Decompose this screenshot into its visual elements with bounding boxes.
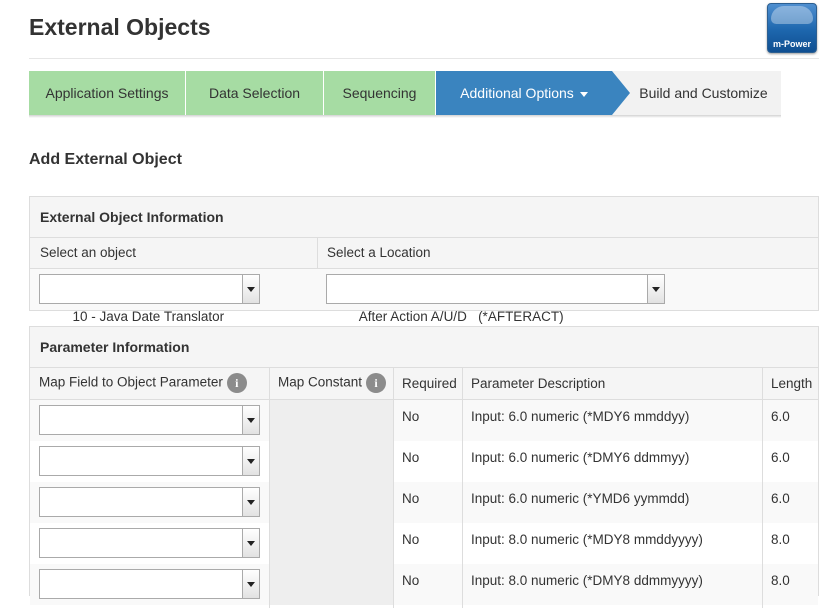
required-value: No xyxy=(402,573,420,588)
col-map-field-label: Map Field to Object Parameter xyxy=(39,374,223,390)
col-description: Parameter Description xyxy=(471,376,606,391)
description-value: Input: 6.0 numeric (*MDY6 mmddyy) xyxy=(471,409,690,424)
length-value: 6.0 xyxy=(771,491,790,506)
dropdown-arrow-icon[interactable] xyxy=(242,570,259,598)
length-value: 6.0 xyxy=(771,450,790,465)
map-constant-cell xyxy=(270,400,393,441)
step-additional-options[interactable]: Additional Options xyxy=(436,71,612,115)
object-info-value-row: 10 - Java Date Translator After Action A… xyxy=(30,269,818,324)
required-value: No xyxy=(402,409,420,424)
select-location-label: Select a Location xyxy=(327,245,431,260)
table-row: No Input: 6.0 numeric (*DMY6 ddmmyy) 6.0 xyxy=(30,441,818,482)
map-constant-cell xyxy=(270,482,393,523)
map-field-select[interactable] xyxy=(39,528,260,558)
step-additional-options-label: Additional Options xyxy=(460,85,574,101)
length-value: 8.0 xyxy=(771,532,790,547)
map-constant-cell xyxy=(270,523,393,564)
dropdown-arrow-icon[interactable] xyxy=(242,275,259,303)
required-value: No xyxy=(402,491,420,506)
parameter-info-panel: Parameter Information Map Field to Objec… xyxy=(29,326,819,608)
col-map-constant: Map Constant i xyxy=(278,373,387,393)
dropdown-arrow-icon[interactable] xyxy=(647,275,664,303)
info-icon[interactable]: i xyxy=(226,373,247,393)
dropdown-arrow-icon[interactable] xyxy=(242,447,259,475)
map-field-select[interactable] xyxy=(39,569,260,599)
dropdown-arrow-icon[interactable] xyxy=(242,529,259,557)
map-constant-cell xyxy=(270,441,393,482)
col-required: Required xyxy=(402,376,457,391)
description-value: Input: 6.0 numeric (*DMY6 ddmmyy) xyxy=(471,450,690,465)
wizard-steps: Application Settings Data Selection Sequ… xyxy=(29,71,781,115)
col-map-field: Map Field to Object Parameter i xyxy=(39,373,247,393)
m-power-logo: m-Power xyxy=(767,3,817,53)
panel-title: Parameter Information xyxy=(30,327,818,368)
location-select[interactable]: After Action A/U/D (*AFTERACT) xyxy=(326,274,665,324)
caret-down-icon xyxy=(579,91,588,97)
description-value: Input: 6.0 numeric (*YMD6 yymmdd) xyxy=(471,491,690,506)
logo-text: m-Power xyxy=(772,39,811,49)
col-map-constant-label: Map Constant xyxy=(278,374,363,390)
object-info-header-row: Select an object Select a Location xyxy=(30,238,818,268)
active-step-arrow xyxy=(612,71,630,115)
description-value: Input: 8.0 numeric (*MDY8 mmddyyyy) xyxy=(471,532,703,547)
table-row: No Input: 8.0 numeric (*MDY8 mmddyyyy) 8… xyxy=(30,523,818,564)
map-field-select[interactable] xyxy=(39,446,260,476)
map-field-select[interactable] xyxy=(39,405,260,435)
object-select-value: 10 - Java Date Translator xyxy=(72,309,225,324)
step-application-settings[interactable]: Application Settings xyxy=(29,71,186,115)
dropdown-arrow-icon[interactable] xyxy=(242,406,259,434)
table-row: No Input: 6.0 numeric (*MDY6 mmddyy) 6.0 xyxy=(30,400,818,441)
table-row: No Input: 8.0 numeric (*DMY8 ddmmyyyy) 8… xyxy=(30,564,818,605)
length-value: 8.0 xyxy=(771,573,790,588)
step-data-selection[interactable]: Data Selection xyxy=(186,71,324,115)
panel-title: External Object Information xyxy=(30,197,818,238)
required-value: No xyxy=(402,532,420,547)
select-object-label: Select an object xyxy=(40,245,137,260)
info-icon[interactable]: i xyxy=(366,373,387,393)
dropdown-arrow-icon[interactable] xyxy=(242,488,259,516)
length-value: 6.0 xyxy=(771,409,790,424)
title-divider xyxy=(29,58,819,59)
section-title: Add External Object xyxy=(29,151,182,168)
object-select[interactable]: 10 - Java Date Translator xyxy=(39,274,260,324)
map-constant-cell xyxy=(270,564,393,605)
params-header-row: Map Field to Object Parameter i Map Const… xyxy=(30,368,818,399)
page-title: External Objects xyxy=(29,14,211,40)
location-select-value: After Action A/U/D (*AFTERACT) xyxy=(358,309,564,324)
col-length: Length xyxy=(771,376,813,391)
required-value: No xyxy=(402,450,420,465)
step-sequencing[interactable]: Sequencing xyxy=(324,71,436,115)
step-build-and-customize[interactable]: Build and Customize xyxy=(612,71,781,115)
description-value: Input: 8.0 numeric (*DMY8 ddmmyyyy) xyxy=(471,573,703,588)
table-row: No Input: 6.0 numeric (*YMD6 yymmdd) 6.0 xyxy=(30,482,818,523)
map-field-select[interactable] xyxy=(39,487,260,517)
external-object-info-panel: External Object Information Select an ob… xyxy=(29,196,819,324)
